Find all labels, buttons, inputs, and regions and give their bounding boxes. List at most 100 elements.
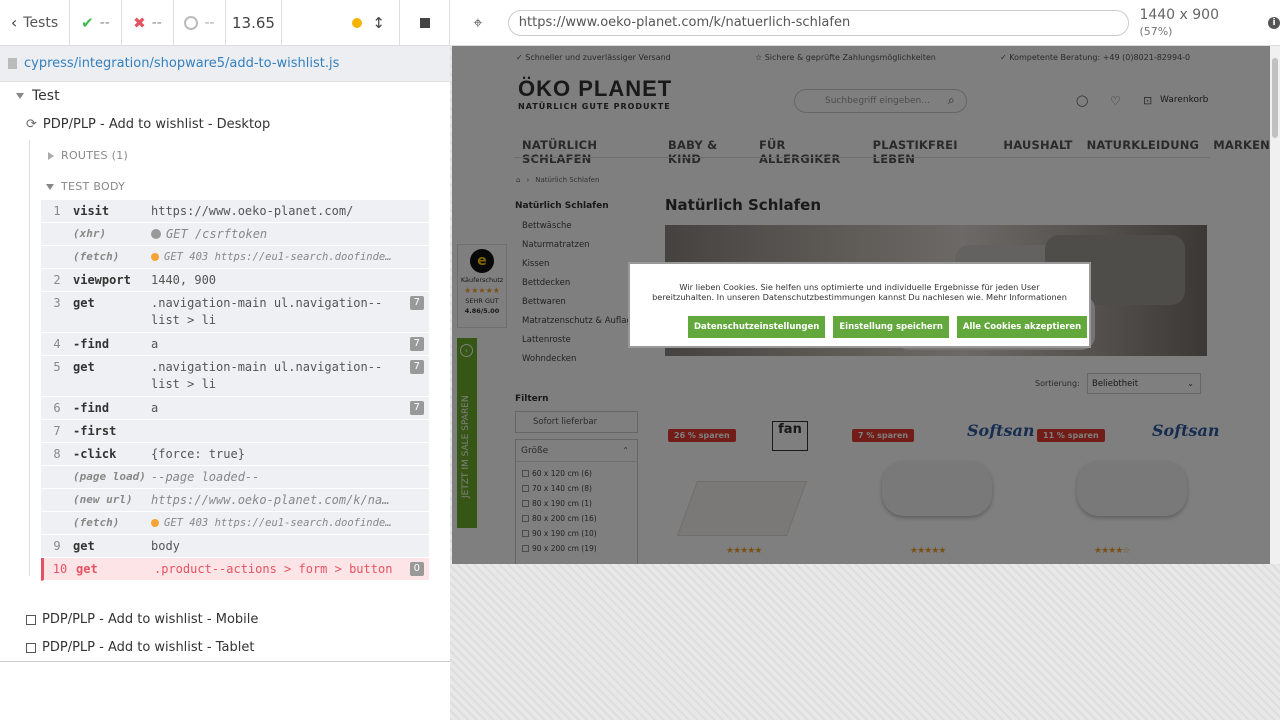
command-row[interactable]: (new url) https://www.oeko-planet.com/k/n… xyxy=(41,489,429,512)
command-row[interactable]: (fetch) GET 403 https://eu1-search.doofin… xyxy=(41,512,429,535)
reporter-header: ‹ Tests ✔ -- ✖ -- -- 13.65 ↕ xyxy=(0,0,450,46)
failed-stat: ✖ -- xyxy=(122,0,174,45)
suite-title[interactable]: Test xyxy=(16,88,60,104)
viewport-size: 1440 x 900 (57%) xyxy=(1139,7,1256,39)
element-count-badge: 7 xyxy=(409,337,424,351)
cmd-name: get xyxy=(76,562,98,576)
auto-scroll-icon[interactable]: ↕ xyxy=(372,14,385,32)
fetch-status-dot-icon xyxy=(151,253,159,261)
cmd-name: (xhr) xyxy=(73,227,107,240)
spec-path-text: cypress/integration/shopware5/add-to-wis… xyxy=(24,56,340,71)
test-body-toggle[interactable]: TEST BODY xyxy=(46,180,125,193)
info-icon[interactable]: i xyxy=(1268,16,1280,29)
command-row[interactable]: 9 get body xyxy=(41,535,429,558)
cmd-msg: GET 403 https://eu1-search.doofinder.com… xyxy=(164,251,429,263)
pending-test-tablet[interactable]: PDP/PLP - Add to wishlist - Tablet xyxy=(26,640,254,655)
passed-stat: ✔ -- xyxy=(70,0,122,45)
cmd-name: -find xyxy=(73,401,110,415)
privacy-settings-button[interactable]: Datenschutzeinstellungen xyxy=(688,316,826,338)
cmd-num: 2 xyxy=(53,273,61,287)
cmd-msg: {force: true} xyxy=(151,447,245,461)
command-row[interactable]: 4 -find a 7 xyxy=(41,333,429,356)
cmd-msg: https://www.oeko-planet.com/ xyxy=(151,204,354,218)
cookie-message: Wir lieben Cookies. Sie helfen uns optim… xyxy=(652,282,1067,302)
routes-toggle[interactable]: ROUTES (1) xyxy=(48,149,128,162)
element-count-badge: 7 xyxy=(409,360,424,374)
pending-checkbox-icon xyxy=(26,642,36,653)
cmd-msg: .product--actions > form > button xyxy=(154,562,393,576)
duration: 13.65 xyxy=(226,0,282,45)
command-row[interactable]: 6 -find a 7 xyxy=(41,397,429,420)
cmd-name: visit xyxy=(73,204,110,218)
cmd-name: viewport xyxy=(73,273,131,287)
stop-button[interactable] xyxy=(400,0,450,45)
running-test[interactable]: ⟳ PDP/PLP - Add to wishlist - Desktop xyxy=(26,117,270,132)
cmd-msg: GET 403 https://eu1-search.doofinder.com… xyxy=(164,517,429,529)
aut-header: ⌖ https://www.oeko-planet.com/k/natuerli… xyxy=(450,0,1280,46)
pending-stat: -- xyxy=(174,0,226,45)
suite-title-text: Test xyxy=(32,88,60,104)
cmd-msg: --page loaded-- xyxy=(151,470,260,484)
failed-command-row[interactable]: 10 get .product--actions > form > button 0 xyxy=(41,558,429,581)
fetch-status-dot-icon xyxy=(151,519,159,527)
tests-button[interactable]: ‹ Tests xyxy=(0,0,70,45)
command-row[interactable]: (fetch) GET 403 https://eu1-search.doofin… xyxy=(41,246,429,269)
command-log: 1 visit https://www.oeko-planet.com/ (xhr)… xyxy=(41,200,429,581)
chevron-left-icon: ‹ xyxy=(10,13,18,32)
passed-count: -- xyxy=(99,14,110,31)
test-body-label: TEST BODY xyxy=(61,180,126,193)
pending-test-mobile[interactable]: PDP/PLP - Add to wishlist - Mobile xyxy=(26,612,258,627)
cmd-msg: body xyxy=(151,539,180,553)
cmd-name: get xyxy=(73,296,95,310)
element-count-badge: 0 xyxy=(409,562,424,576)
pending-test-title: PDP/PLP - Add to wishlist - Tablet xyxy=(42,640,255,655)
scrollbar-thumb[interactable] xyxy=(1272,58,1278,138)
command-row[interactable]: 8 -click {force: true} xyxy=(41,443,429,466)
cookie-consent-dialog: Wir lieben Cookies. Sie helfen uns optim… xyxy=(628,262,1091,348)
cmd-msg: .navigation-main ul.navigation--list > l… xyxy=(151,360,383,391)
cmd-name: -click xyxy=(73,447,117,461)
pending-checkbox-icon xyxy=(26,614,36,625)
pending-circle-icon xyxy=(184,15,199,30)
cmd-msg: 1440, 900 xyxy=(151,273,217,287)
accept-all-cookies-button[interactable]: Alle Cookies akzeptieren xyxy=(956,316,1088,338)
file-icon xyxy=(8,58,17,69)
viewport-scale: (57%) xyxy=(1139,24,1173,38)
command-row[interactable]: 7 -first xyxy=(41,420,429,443)
cmd-name: (fetch) xyxy=(73,250,120,263)
test-indent-line xyxy=(29,140,30,576)
aut-scrollbar[interactable] xyxy=(1270,46,1280,564)
aut-url-bar[interactable]: https://www.oeko-planet.com/k/natuerlich… xyxy=(507,9,1130,36)
stop-icon xyxy=(419,17,430,28)
command-row[interactable]: 1 visit https://www.oeko-planet.com/ xyxy=(41,200,429,223)
cmd-num: 10 xyxy=(52,562,68,576)
cmd-msg: GET /csrftoken xyxy=(166,227,268,241)
cmd-name: -first xyxy=(73,424,117,438)
cmd-msg: https://www.oeko-planet.com/k/natuerlich… xyxy=(151,493,429,507)
cmd-num: 5 xyxy=(53,360,61,374)
cmd-name: get xyxy=(73,539,95,553)
check-icon: ✔ xyxy=(81,13,94,32)
command-row[interactable]: (page load) --page loaded-- xyxy=(41,466,429,489)
cmd-name: (page load) xyxy=(73,470,146,483)
save-settings-button[interactable]: Einstellung speichern xyxy=(833,316,949,338)
command-row[interactable]: 3 get .navigation-main ul.navigation--list… xyxy=(41,292,429,333)
caret-down-icon xyxy=(16,93,24,99)
cmd-name: get xyxy=(73,360,95,374)
pending-count: -- xyxy=(204,14,215,31)
element-count-badge: 7 xyxy=(409,401,424,415)
command-row[interactable]: 2 viewport 1440, 900 xyxy=(41,269,429,292)
cmd-msg: a xyxy=(151,337,159,351)
running-test-title: PDP/PLP - Add to wishlist - Desktop xyxy=(42,117,271,132)
cmd-msg: .navigation-main ul.navigation--list > l… xyxy=(151,296,383,327)
command-row[interactable]: (xhr) GET /csrftoken xyxy=(41,223,429,246)
command-row[interactable]: 5 get .navigation-main ul.navigation--list… xyxy=(41,356,429,397)
cmd-num: 7 xyxy=(53,424,61,438)
viewport-dimensions: 1440 x 900 xyxy=(1139,6,1219,23)
crosshair-icon: ⌖ xyxy=(473,12,483,32)
caret-right-icon xyxy=(48,151,54,160)
spec-file-path[interactable]: cypress/integration/shopware5/add-to-wis… xyxy=(0,46,450,82)
cmd-num: 3 xyxy=(53,296,61,310)
element-count-badge: 7 xyxy=(409,296,424,310)
selector-playground-button[interactable]: ⌖ xyxy=(450,13,506,33)
